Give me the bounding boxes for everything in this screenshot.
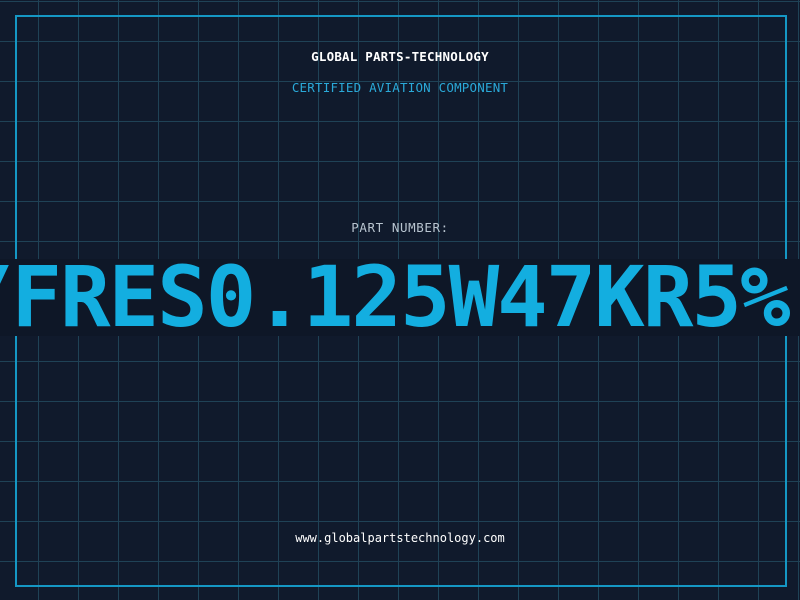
certificate-page: GLOBAL PARTS-TECHNOLOGY CERTIFIED AVIATI… (0, 0, 800, 600)
website-link[interactable]: www.globalpartstechnology.com (0, 531, 800, 545)
part-number-value: /FRES0.125W47KR5%( (0, 259, 800, 336)
brand-title: GLOBAL PARTS-TECHNOLOGY (311, 49, 489, 64)
part-number-band: /FRES0.125W47KR5%( (0, 259, 800, 336)
certification-subtitle: CERTIFIED AVIATION COMPONENT (291, 80, 509, 95)
part-number-label: PART NUMBER: (351, 220, 449, 235)
